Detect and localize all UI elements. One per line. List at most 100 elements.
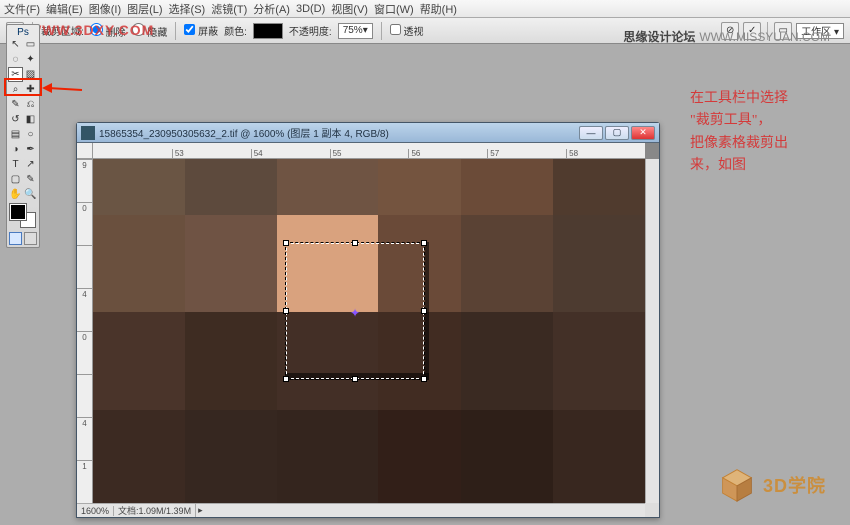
scrollbar-vertical[interactable] [645,159,659,503]
menu-layer[interactable]: 图层(L) [127,1,162,17]
eyedropper-tool[interactable]: ⌕ [8,82,23,97]
pixel-cell [185,312,277,410]
healing-brush-tool[interactable]: ✚ [23,82,38,97]
pixel-cell [93,410,185,503]
crop-marquee[interactable]: ✦ [285,242,425,380]
menu-view[interactable]: 视图(V) [331,1,368,17]
pixel-cell [553,410,645,503]
pixel-cell [461,159,553,215]
watermark-missyuan: 思缘设计论坛WWW.MISSYUAN.COM [623,28,830,45]
magic-wand-tool[interactable]: ✦ [23,52,38,67]
slice-tool[interactable]: ▨ [23,67,38,82]
pixel-cell [185,410,277,503]
document-icon [81,126,95,140]
doc-size-status[interactable]: 文档:1.09M/1.39M [114,504,196,517]
crop-handle-bl[interactable] [283,376,289,382]
crop-handle-tl[interactable] [283,240,289,246]
move-tool[interactable]: ↖ [8,37,23,52]
pixel-cell [553,215,645,313]
menu-bar: 文件(F) 编辑(E) 图像(I) 图层(L) 选择(S) 滤镜(T) 分析(A… [0,0,850,18]
clone-stamp-tool[interactable]: ⎌ [23,97,38,112]
crop-handle-br[interactable] [421,376,427,382]
pixel-cell [553,312,645,410]
toolbox: Ps ↖▭◌✦✂▨⌕✚✎⎌↺◧▤○◑✒T↗▢✎✋🔍 [6,24,40,248]
pixel-cell [93,312,185,410]
brush-tool[interactable]: ✎ [8,97,23,112]
foreground-color-swatch[interactable] [10,204,26,220]
menu-image[interactable]: 图像(I) [89,1,121,17]
color-label: 颜色: [224,23,247,38]
crop-handle-bm[interactable] [352,376,358,382]
annotation-text: 在工具栏中选择 "裁剪工具"， 把像素格裁剪出 来，如图 [690,88,830,178]
quickmask-mode-button[interactable] [24,232,37,245]
crop-handle-tm[interactable] [352,240,358,246]
menu-analysis[interactable]: 分析(A) [253,1,290,17]
document-title-text: 15865354_230950305632_2.tif @ 1600% (图层 … [99,125,389,140]
opacity-label: 不透明度: [289,23,332,38]
menu-window[interactable]: 窗口(W) [374,1,414,17]
blur-tool[interactable]: ○ [23,127,38,142]
close-button[interactable]: ✕ [631,126,655,140]
crop-handle-ml[interactable] [283,308,289,314]
pixel-cell [277,159,378,215]
ruler-vertical[interactable]: 904041 [77,159,93,503]
crop-handle-mr[interactable] [421,308,427,314]
shield-color-swatch[interactable] [253,23,283,39]
zoom-tool[interactable]: 🔍 [23,187,38,202]
ruler-horizontal[interactable]: 535455565758 [93,143,645,159]
menu-3d[interactable]: 3D(D) [296,3,325,15]
crop-handle-tr[interactable] [421,240,427,246]
pixel-cell [553,159,645,215]
opt-shield[interactable]: 屏蔽 [184,23,218,38]
watermark-3dxy: WWW.3DXY.COM [28,22,154,38]
rectangle-tool[interactable]: ▢ [8,172,23,187]
opacity-field[interactable]: 75% ▾ [338,23,373,39]
document-titlebar[interactable]: 15865354_230950305632_2.tif @ 1600% (图层 … [77,123,659,143]
crop-tool[interactable]: ✂ [8,67,23,82]
gradient-tool[interactable]: ▤ [8,127,23,142]
pen-tool[interactable]: ✒ [23,142,38,157]
pixel-cell [93,159,185,215]
menu-file[interactable]: 文件(F) [4,1,40,17]
opt-perspective[interactable]: 透视 [390,23,424,38]
ruler-origin[interactable] [77,143,93,159]
pixel-cell [185,159,277,215]
document-window: 15865354_230950305632_2.tif @ 1600% (图层 … [76,122,660,518]
type-tool[interactable]: T [8,157,23,172]
canvas[interactable]: ✦ [93,159,645,503]
resize-grip[interactable] [645,503,659,517]
pixel-cell [461,312,553,410]
standard-mode-button[interactable] [9,232,22,245]
pixel-cell [185,215,277,313]
pixel-cell [93,215,185,313]
dodge-tool[interactable]: ◑ [8,142,23,157]
lasso-tool[interactable]: ◌ [8,52,23,67]
menu-select[interactable]: 选择(S) [169,1,206,17]
logo-text: 3D学院 [763,472,826,498]
pixel-cell [378,159,461,215]
path-selection-tool[interactable]: ↗ [23,157,38,172]
status-bar: 1600% 文档:1.09M/1.39M ▸ [77,503,645,517]
marquee-tool[interactable]: ▭ [23,37,38,52]
crop-center-icon[interactable]: ✦ [350,306,360,320]
history-brush-tool[interactable]: ↺ [8,112,23,127]
minimize-button[interactable]: — [579,126,603,140]
menu-help[interactable]: 帮助(H) [420,1,457,17]
pixel-cell [461,410,553,503]
notes-tool[interactable]: ✎ [23,172,38,187]
menu-edit[interactable]: 编辑(E) [46,1,83,17]
pixel-cell [461,215,553,313]
eraser-tool[interactable]: ◧ [23,112,38,127]
hand-tool[interactable]: ✋ [8,187,23,202]
pixel-cell [277,410,378,503]
maximize-button[interactable]: ▢ [605,126,629,140]
ps-logo-icon: Ps [9,27,37,35]
color-swatches[interactable] [8,204,38,228]
zoom-field[interactable]: 1600% [77,506,114,516]
logo-3dxueyuan: 3D学院 [719,467,826,503]
status-arrow-icon[interactable]: ▸ [198,505,203,516]
menu-filter[interactable]: 滤镜(T) [211,1,247,17]
annotation-arrow-icon [42,82,82,94]
pixel-cell [378,410,461,503]
cube-icon [719,467,755,503]
